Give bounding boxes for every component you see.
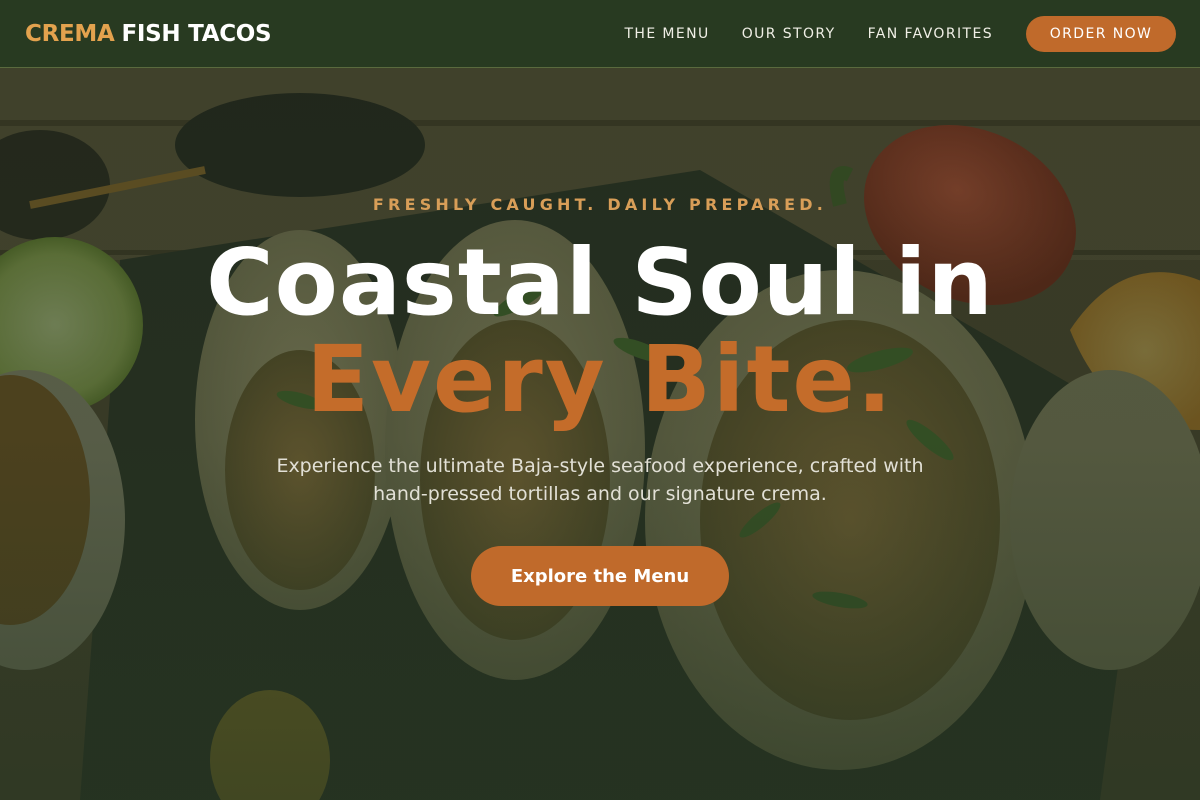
order-now-button[interactable]: ORDER NOW: [1026, 15, 1176, 52]
brand-accent-word: CREMA: [25, 20, 115, 47]
explore-menu-button[interactable]: Explore the Menu: [471, 546, 729, 606]
top-navigation-bar: CREMA FISH TACOS THE MENU OUR STORY FAN …: [0, 0, 1200, 68]
hero-section: FRESHLY CAUGHT. DAILY PREPARED. Coastal …: [0, 0, 1200, 800]
hero-headline-line-2: Every Bite.: [306, 326, 894, 433]
brand-main-words: FISH TACOS: [121, 20, 272, 47]
landing-page: CREMA FISH TACOS THE MENU OUR STORY FAN …: [0, 0, 1200, 800]
nav-links: THE MENU OUR STORY FAN FAVORITES ORDER N…: [624, 15, 1176, 52]
nav-link-the-menu[interactable]: THE MENU: [624, 26, 709, 42]
nav-link-fan-favorites[interactable]: FAN FAVORITES: [868, 26, 993, 42]
hero-description: Experience the ultimate Baja-style seafo…: [276, 455, 924, 505]
hero-tagline: FRESHLY CAUGHT. DAILY PREPARED.: [372, 195, 828, 214]
hero-headline-line-1: Coastal Soul in: [206, 229, 994, 336]
nav-link-our-story[interactable]: OUR STORY: [742, 26, 836, 42]
brand-logo[interactable]: CREMA FISH TACOS: [25, 20, 272, 47]
